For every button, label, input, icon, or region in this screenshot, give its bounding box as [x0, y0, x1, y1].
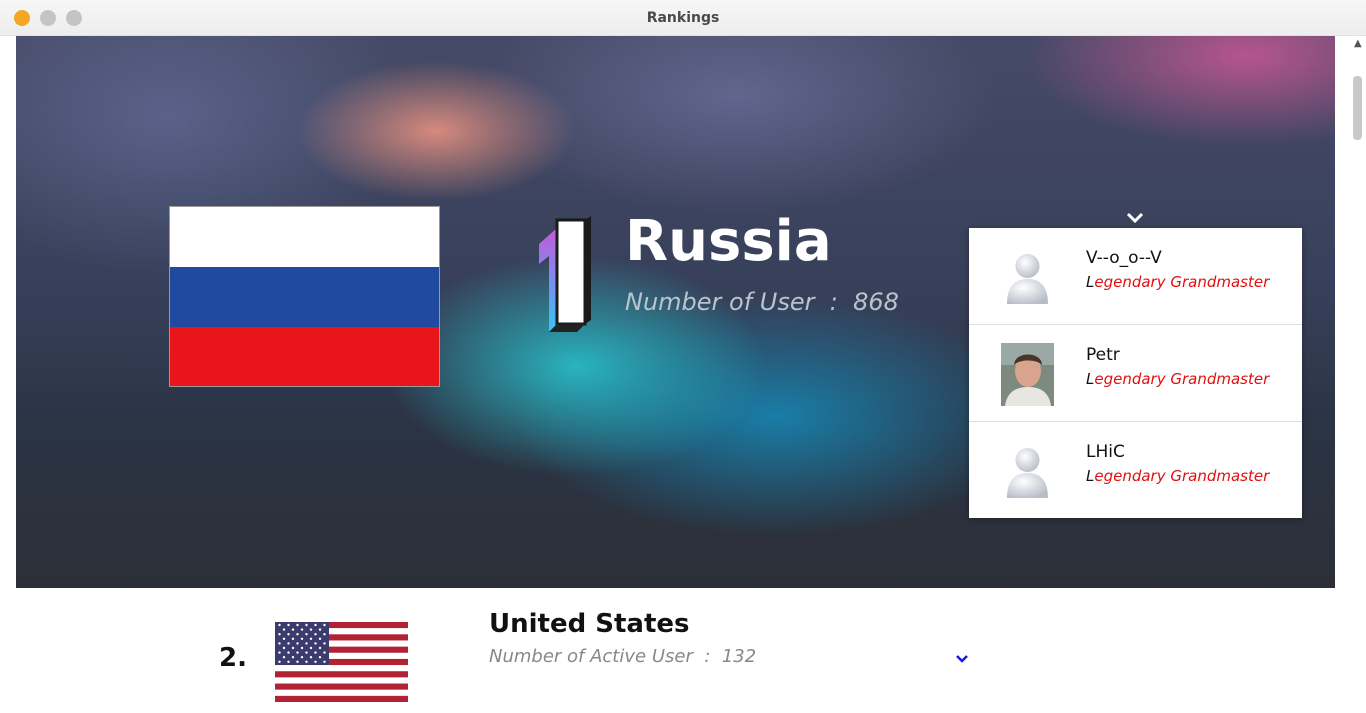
scroll-up-arrow-icon[interactable]: ▲ [1354, 38, 1362, 49]
top-country-hero: Russia Number of User : 868 V--o_o--V Le… [16, 36, 1335, 588]
rank-rest: egendary Grandmaster [1094, 467, 1270, 485]
user-count-label: Number of User [625, 288, 815, 316]
active-user-separator: : [704, 646, 711, 667]
country-name: United States [489, 609, 690, 639]
user-photo [1001, 343, 1054, 406]
active-user-label: Number of Active User [489, 646, 693, 667]
user-rank-title: Legendary Grandmaster [1086, 370, 1269, 388]
active-user-value: 132 [721, 646, 757, 667]
top-country-name: Russia [625, 209, 832, 274]
user-name[interactable]: Petr [1086, 345, 1120, 365]
flag-stripe-red [170, 327, 439, 386]
expand-chevron-icon[interactable] [955, 654, 969, 664]
user-count-value: 868 [853, 288, 899, 316]
user-rank-title: Legendary Grandmaster [1086, 467, 1269, 485]
user-count-row: Number of User : 868 [625, 288, 899, 316]
user-row[interactable]: V--o_o--V Legendary Grandmaster [969, 228, 1302, 325]
active-user-row: Number of Active User : 132 [489, 646, 756, 667]
user-count-separator: : [829, 288, 838, 316]
window-title: Rankings [646, 10, 720, 26]
rank-one-badge-icon [539, 216, 591, 332]
scrollbar-thumb[interactable] [1353, 76, 1362, 140]
user-row[interactable]: LHiC Legendary Grandmaster [969, 422, 1302, 518]
flag-stripe-white [170, 207, 439, 267]
title-bar: Rankings [0, 0, 1366, 36]
user-rank-title: Legendary Grandmaster [1086, 273, 1269, 291]
collapse-chevron-icon[interactable] [1126, 212, 1144, 224]
flag-stripe-blue [170, 267, 439, 327]
usa-flag [275, 622, 408, 702]
user-name[interactable]: LHiC [1086, 442, 1125, 462]
user-name[interactable]: V--o_o--V [1086, 248, 1162, 268]
rank-number: 2. [219, 643, 247, 673]
user-row[interactable]: Petr Legendary Grandmaster [969, 325, 1302, 422]
default-avatar-icon [1001, 246, 1054, 309]
rank-rest: egendary Grandmaster [1094, 273, 1270, 291]
rank-rest: egendary Grandmaster [1094, 370, 1270, 388]
default-avatar-icon [1001, 440, 1054, 503]
top-users-panel: V--o_o--V Legendary Grandmaster Petr Leg… [969, 228, 1302, 518]
russia-flag [169, 206, 440, 387]
